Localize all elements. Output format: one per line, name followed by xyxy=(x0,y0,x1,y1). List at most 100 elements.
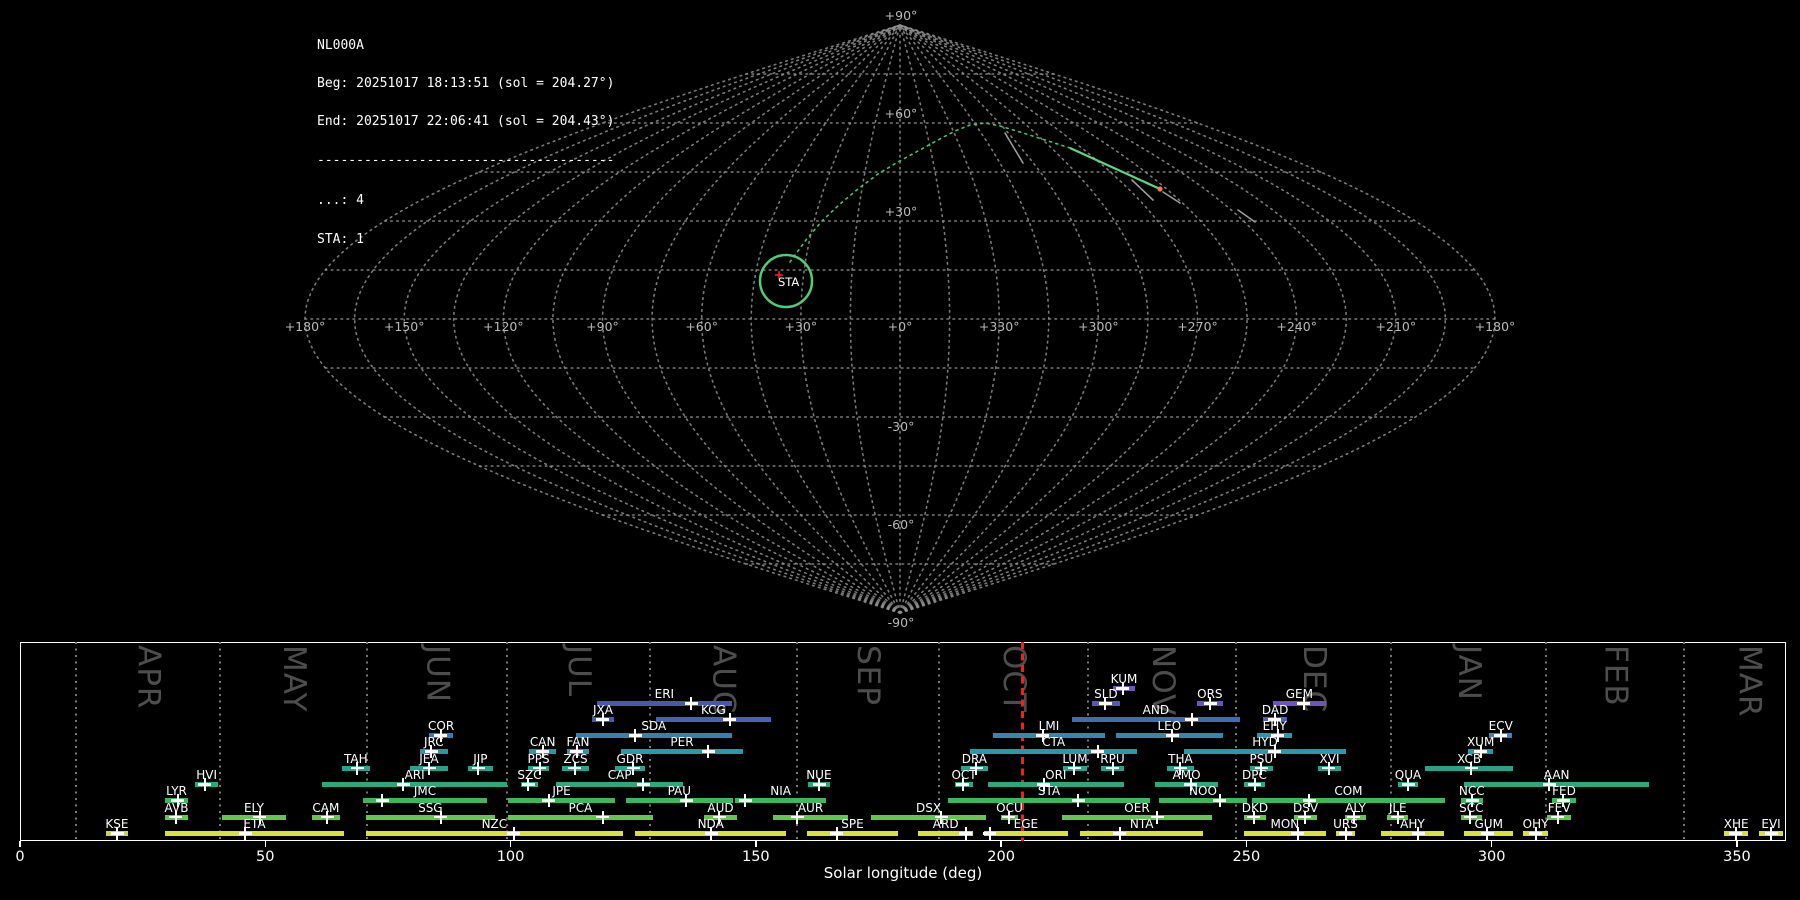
shower-label-NCC: NCC xyxy=(1459,785,1485,797)
month-label-feb: FEB xyxy=(1599,645,1630,707)
shower-label-AVB: AVB xyxy=(165,802,189,814)
month-line-jun xyxy=(366,642,368,841)
sporadic-meteor-trail xyxy=(1163,192,1180,203)
map-latitude-label: +30° xyxy=(885,204,918,219)
shower-label-GUM: GUM xyxy=(1475,818,1503,830)
month-line-feb xyxy=(1545,642,1547,841)
shower-label-ALY: ALY xyxy=(1345,802,1366,814)
x-tick xyxy=(1491,841,1493,847)
month-line-dec xyxy=(1235,642,1237,841)
shower-label-EGE: EGE xyxy=(1014,818,1038,830)
shower-label-JRC: JRC xyxy=(424,736,444,748)
shower-label-LYR: LYR xyxy=(166,785,187,797)
x-tick-label: 350 xyxy=(1723,850,1751,865)
shower-peak-marker-NTA xyxy=(1113,827,1126,840)
shower-bar-DSX xyxy=(871,815,986,820)
shower-peak-marker-AND xyxy=(1185,713,1198,726)
shower-peak-marker-NIA xyxy=(739,794,752,807)
shower-peak-marker-STA xyxy=(1072,794,1085,807)
x-tick xyxy=(1736,841,1738,847)
shower-label-ERI: ERI xyxy=(655,688,674,700)
x-tick xyxy=(19,841,21,847)
shower-label-TAH: TAH xyxy=(344,753,368,765)
shower-label-ORS: ORS xyxy=(1197,688,1222,700)
shower-label-CAP: CAP xyxy=(608,769,632,781)
shower-label-URS: URS xyxy=(1333,818,1358,830)
sporadic-meteor-trail xyxy=(1238,210,1255,222)
header-separator: -------------------------------------- xyxy=(317,155,614,168)
shower-label-FAN: FAN xyxy=(567,736,590,748)
shower-bar-AUR xyxy=(773,815,848,820)
shower-label-DSV: DSV xyxy=(1293,802,1318,814)
sta-meteor-trail xyxy=(1070,148,1160,189)
shower-label-KCG: KCG xyxy=(701,704,726,716)
shower-label-SPE: SPE xyxy=(841,818,863,830)
sta-count: STA: 1 xyxy=(317,234,614,247)
shower-label-PPS: PPS xyxy=(527,753,549,765)
x-tick-label: 100 xyxy=(497,850,525,865)
shower-label-LMI: LMI xyxy=(1039,720,1060,732)
map-longitude-label: +270° xyxy=(1177,319,1218,334)
shower-bar-CAP xyxy=(556,782,683,787)
shower-bar-MON xyxy=(1244,831,1326,836)
month-label-mar: MAR xyxy=(1734,645,1765,718)
shower-label-AMO: AMO xyxy=(1173,769,1201,781)
x-tick-label: 50 xyxy=(256,850,274,865)
x-tick xyxy=(755,841,757,847)
shower-label-JLE: JLE xyxy=(1389,802,1407,814)
shower-label-LUM: LUM xyxy=(1062,753,1087,765)
shower-label-NTA: NTA xyxy=(1130,818,1154,830)
shower-label-THA: THA xyxy=(1168,753,1193,765)
shower-label-GDR: GDR xyxy=(617,753,644,765)
map-latitude-label: -90° xyxy=(888,615,915,630)
shower-label-ETA: ETA xyxy=(243,818,265,830)
map-longitude-label: +30° xyxy=(785,319,818,334)
shower-label-JEA: JEA xyxy=(419,753,438,765)
shower-label-OCU: OCU xyxy=(996,802,1023,814)
shower-label-AUD: AUD xyxy=(707,802,733,814)
shower-label-SZC: SZC xyxy=(517,769,541,781)
shower-label-CAM: CAM xyxy=(312,802,339,814)
shower-peak-marker-CAP xyxy=(637,778,650,791)
shower-label-AND: AND xyxy=(1143,704,1169,716)
meteor-observation-figure: +180°+150°+120°+90°+60°+30°+0°+330°+300°… xyxy=(0,0,1800,900)
x-tick xyxy=(1000,841,1002,847)
shower-bar-SSG xyxy=(366,815,495,820)
month-line-aug xyxy=(649,642,651,841)
unclassified-count: ...: 4 xyxy=(317,195,614,208)
shower-label-COR: COR xyxy=(428,720,454,732)
shower-label-RPU: RPU xyxy=(1100,753,1124,765)
map-longitude-label: +180° xyxy=(285,319,326,334)
shower-label-DRA: DRA xyxy=(962,753,987,765)
end-time: End: 20251017 22:06:41 (sol = 204.43°) xyxy=(317,116,614,129)
shower-label-COM: COM xyxy=(1334,785,1362,797)
shower-label-XVI: XVI xyxy=(1320,753,1340,765)
shower-bar-JPE xyxy=(508,798,615,803)
shower-label-DSX: DSX xyxy=(916,802,941,814)
shower-bar-AND xyxy=(1072,717,1240,722)
shower-bar-EGE xyxy=(984,831,1068,836)
sporadic-meteor-trail xyxy=(1132,180,1153,200)
shower-label-CAN: CAN xyxy=(530,736,556,748)
shower-label-XUM: XUM xyxy=(1467,736,1494,748)
shower-label-AAN: AAN xyxy=(1544,769,1570,781)
shower-label-ARI: ARI xyxy=(405,769,425,781)
x-tick-label: 150 xyxy=(742,850,770,865)
shower-label-LEO: LEO xyxy=(1158,720,1182,732)
shower-label-PSU: PSU xyxy=(1250,753,1274,765)
x-tick xyxy=(510,841,512,847)
map-longitude-label: +120° xyxy=(483,319,524,334)
shower-label-NIA: NIA xyxy=(770,785,791,797)
sky-map: +180°+150°+120°+90°+60°+30°+0°+330°+300°… xyxy=(0,0,1800,640)
x-tick-label: 300 xyxy=(1478,850,1506,865)
shower-label-DKD: DKD xyxy=(1242,802,1268,814)
month-label-jun: JUN xyxy=(421,645,452,703)
shower-label-ECV: ECV xyxy=(1489,720,1513,732)
shower-bar-KCG xyxy=(656,717,771,722)
shower-bar-STA xyxy=(948,798,1150,803)
shower-label-ARD: ARD xyxy=(933,818,959,830)
shower-label-ELY: ELY xyxy=(244,802,264,814)
begin-time: Beg: 20251017 18:13:51 (sol = 204.27°) xyxy=(317,78,614,91)
x-axis-title: Solar longitude (deg) xyxy=(824,864,982,882)
shower-label-XHE: XHE xyxy=(1724,818,1749,830)
